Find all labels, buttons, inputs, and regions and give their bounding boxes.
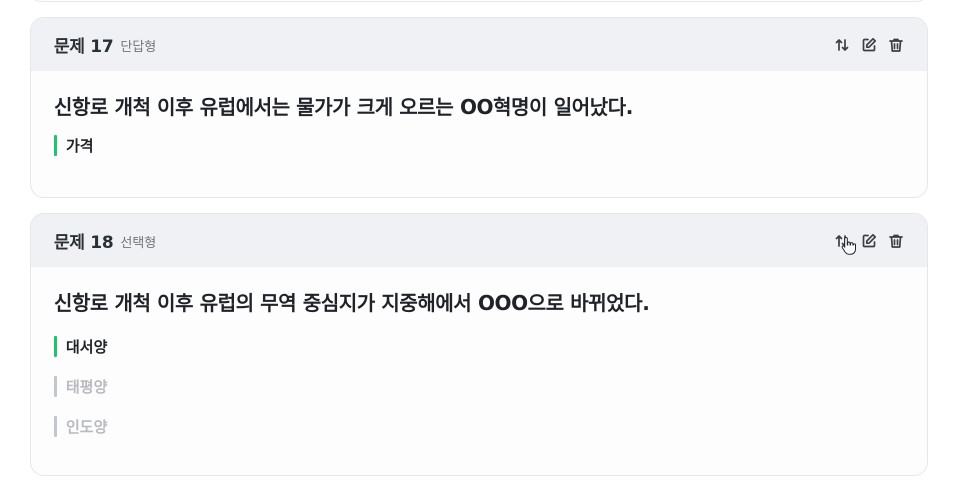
swap-vertical-icon [835,234,848,247]
question-card: 문제 17 단답형 신항로 개척 이후 유럽에서는 물가가 크게 오르는 OO혁… [30,17,928,198]
edit-button[interactable] [859,35,878,54]
edit-button[interactable] [859,231,878,250]
swap-vertical-icon [835,38,848,51]
answer-option: 인도양 [54,415,904,437]
reorder-button[interactable] [832,231,851,250]
answer-option: 대서양 [54,335,904,357]
question-text: 신항로 개척 이후 유럽의 무역 중심지가 지중해에서 OOO으로 바뀌었다. [54,291,650,315]
answer-option: 가격 [54,134,904,156]
question-actions [832,35,905,54]
answer-option: 태평양 [54,375,904,397]
wrong-marker [54,375,57,397]
question-actions [832,231,905,250]
answer-label: 태평양 [66,377,108,396]
delete-button[interactable] [886,35,905,54]
trash-icon [888,38,903,52]
delete-button[interactable] [886,231,905,250]
question-body: 신항로 개척 이후 유럽의 무역 중심지가 지중해에서 OOO으로 바뀌었다. … [31,267,927,437]
question-body: 신항로 개척 이후 유럽에서는 물가가 크게 오르는 OO혁명이 일어났다. 가… [31,71,927,156]
question-header: 문제 18 선택형 [31,214,927,267]
reorder-button[interactable] [832,35,851,54]
answer-label: 대서양 [66,337,108,356]
question-card: 문제 18 선택형 신항로 개척 이후 유럽의 무역 중심지가 지중해에서 OO… [30,213,928,476]
answer-label: 가격 [66,136,94,155]
correct-marker [54,134,57,156]
answer-label: 인도양 [66,417,108,436]
question-number: 문제 18 [54,233,114,253]
wrong-marker [54,415,57,437]
question-type: 선택형 [120,236,157,251]
question-type: 단답형 [120,40,157,55]
trash-icon [888,234,903,248]
edit-icon [862,233,876,247]
question-number: 문제 17 [54,37,114,57]
previous-question-card [30,0,928,2]
edit-icon [862,37,876,51]
question-text: 신항로 개척 이후 유럽에서는 물가가 크게 오르는 OO혁명이 일어났다. [54,95,633,119]
question-header: 문제 17 단답형 [31,18,927,71]
correct-marker [54,335,57,357]
